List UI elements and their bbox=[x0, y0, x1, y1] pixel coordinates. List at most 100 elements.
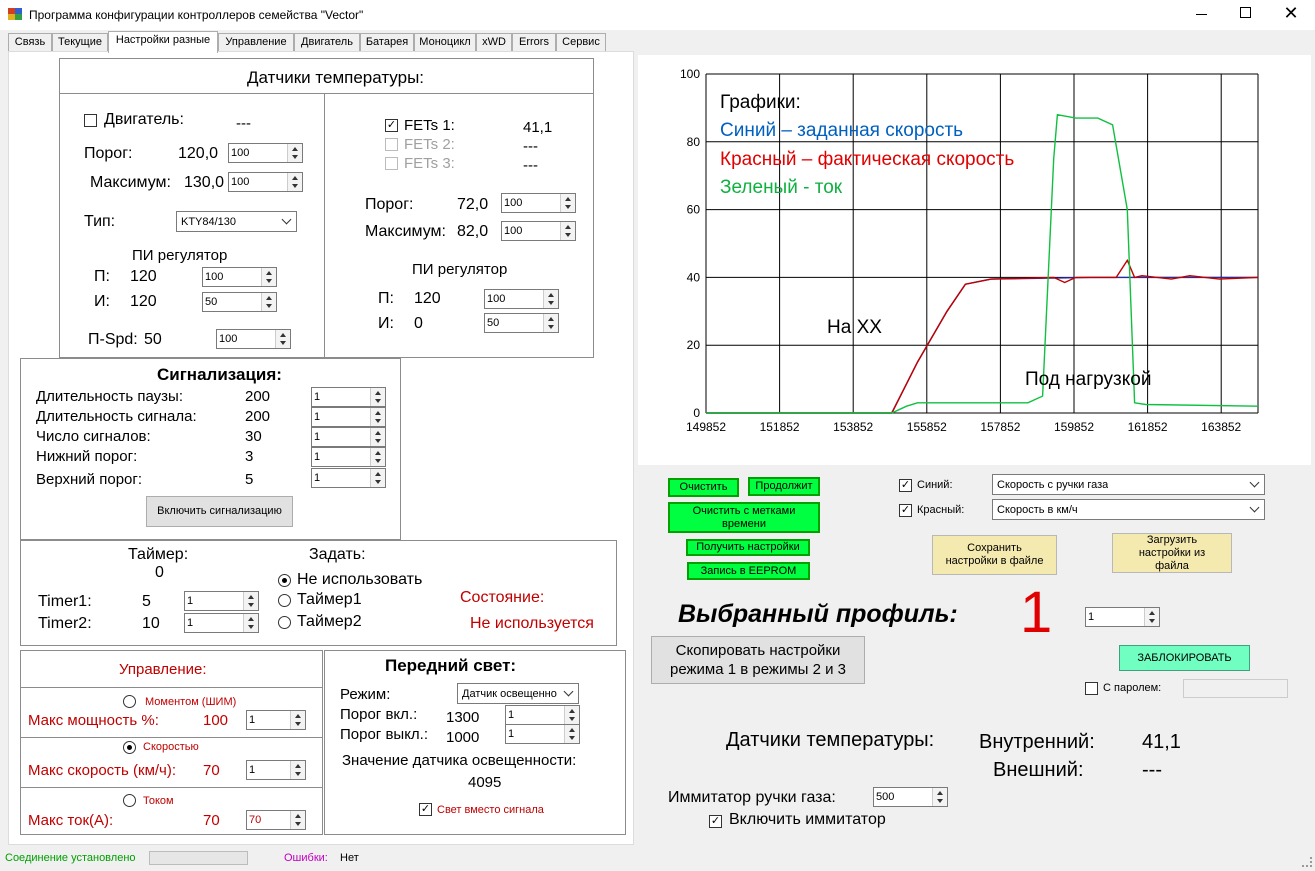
timer1-value: 5 bbox=[142, 593, 151, 610]
fets-i-input[interactable]: 50 bbox=[484, 313, 559, 333]
copy-settings-button[interactable]: Скопировать настройки режима 1 в режимы … bbox=[651, 636, 865, 684]
enable-alarm-button[interactable]: Включить сигнализацию bbox=[146, 496, 293, 527]
fets-max-value: 82,0 bbox=[457, 223, 489, 240]
pspd-input[interactable]: 100 bbox=[216, 329, 291, 349]
blue-series-select[interactable]: Скорость с ручки газа bbox=[992, 474, 1265, 495]
light-mode-select[interactable]: Датчик освещенно bbox=[457, 683, 579, 704]
chart-legend-title: Графики: bbox=[720, 92, 801, 113]
load-settings-file-button[interactable]: Загрузить настройки из файла bbox=[1112, 533, 1232, 573]
timer-option-none-radio[interactable] bbox=[278, 574, 291, 587]
profile-input[interactable]: 1 bbox=[1085, 607, 1160, 627]
fets-p-label: П: bbox=[378, 290, 394, 307]
sensor-type-select[interactable]: KTY84/130 bbox=[176, 211, 297, 232]
red-series-select[interactable]: Скорость в км/ч bbox=[992, 499, 1265, 520]
motor-i-input[interactable]: 50 bbox=[202, 292, 277, 312]
light-sensor-label: Значение датчика освещенности: bbox=[342, 752, 577, 769]
tab-xwd[interactable]: xWD bbox=[476, 33, 512, 52]
y-tick-label: 0 bbox=[693, 406, 700, 420]
light-off-label: Порог выкл.: bbox=[340, 726, 429, 743]
fets1-checkbox[interactable]: ✓ bbox=[385, 119, 398, 132]
alarm-low-input[interactable]: 1 bbox=[311, 447, 386, 467]
timer2-input[interactable]: 1 bbox=[184, 613, 259, 633]
timer1-input[interactable]: 1 bbox=[184, 591, 259, 611]
motor-p-input[interactable]: 100 bbox=[202, 267, 277, 287]
fets3-value: --- bbox=[523, 157, 538, 174]
write-eeprom-button[interactable]: Запись в EEPROM bbox=[687, 562, 810, 580]
save-settings-file-button[interactable]: Сохранить настройки в файле bbox=[932, 535, 1057, 575]
continue-button[interactable]: Продолжит bbox=[748, 477, 820, 496]
timer-set-label: Задать: bbox=[309, 546, 366, 563]
enable-emulator-checkbox[interactable]: ✓ bbox=[709, 815, 722, 828]
motor-checkbox[interactable] bbox=[84, 114, 97, 127]
current-mode-radio[interactable] bbox=[123, 794, 136, 807]
close-icon[interactable]: ✕ bbox=[1282, 4, 1300, 22]
pspd-value: 50 bbox=[144, 331, 162, 348]
speed-mode-radio[interactable] bbox=[123, 741, 136, 754]
fets2-label: FETs 2: bbox=[404, 136, 455, 153]
alarm-group: Сигнализация: Длительность паузы: 200 1 … bbox=[20, 358, 401, 540]
tab-errors[interactable]: Errors bbox=[512, 33, 556, 52]
light-off-input[interactable]: 1 bbox=[505, 724, 580, 744]
alarm-high-input[interactable]: 1 bbox=[311, 468, 386, 488]
tab-control[interactable]: Управление bbox=[218, 33, 294, 52]
light-instead-signal-checkbox[interactable]: ✓ bbox=[419, 803, 432, 816]
password-input[interactable] bbox=[1183, 679, 1288, 698]
fets-p-input[interactable]: 100 bbox=[484, 289, 559, 309]
fets2-value: --- bbox=[523, 138, 538, 155]
alarm-count-input[interactable]: 1 bbox=[311, 427, 386, 447]
timer-option-1-radio[interactable] bbox=[278, 594, 291, 607]
tab-motor[interactable]: Двигатель bbox=[294, 33, 360, 52]
max-speed-label: Макс скорость (км/ч): bbox=[28, 762, 177, 779]
red-series-checkbox[interactable]: ✓ bbox=[899, 504, 912, 517]
alarm-row-value: 5 bbox=[245, 471, 254, 488]
alarm-row-value: 30 bbox=[245, 428, 262, 445]
fets3-checkbox[interactable] bbox=[385, 157, 398, 170]
alarm-pause-input[interactable]: 1 bbox=[311, 387, 386, 407]
fets-i-value: 0 bbox=[414, 315, 423, 332]
tab-misc-settings[interactable]: Настройки разные bbox=[108, 31, 218, 53]
password-checkbox[interactable] bbox=[1085, 682, 1098, 695]
red-series-label: Красный: bbox=[917, 504, 965, 516]
motor-pi-label: ПИ регулятор bbox=[132, 247, 228, 264]
alarm-title: Сигнализация: bbox=[157, 365, 282, 384]
alarm-signal-input[interactable]: 1 bbox=[311, 407, 386, 427]
control-title: Управление: bbox=[119, 661, 207, 678]
fets-threshold-label: Порог: bbox=[365, 196, 414, 213]
motor-threshold-input[interactable]: 100 bbox=[228, 143, 303, 163]
motor-temp-value: --- bbox=[236, 115, 251, 132]
fets-threshold-input[interactable]: 100 bbox=[501, 193, 576, 213]
clear-with-timestamps-button[interactable]: Очистить с метками времени bbox=[668, 502, 820, 533]
clear-button[interactable]: Очистить bbox=[668, 478, 739, 497]
timer-state-value: Не используется bbox=[470, 615, 594, 632]
resize-grip-icon[interactable] bbox=[1302, 857, 1312, 867]
divider bbox=[324, 93, 325, 357]
max-power-input[interactable]: 1 bbox=[246, 710, 306, 730]
fets1-label: FETs 1: bbox=[404, 117, 455, 134]
chart-legend-green: Зеленый - ток bbox=[720, 177, 843, 198]
throttle-emulator-label: Иммитатор ручки газа: bbox=[668, 789, 836, 806]
x-tick-label: 161852 bbox=[1128, 420, 1168, 434]
blue-series-checkbox[interactable]: ✓ bbox=[899, 479, 912, 492]
throttle-emulator-input[interactable]: 500 bbox=[873, 787, 948, 807]
tab-monowheel[interactable]: Моноцикл bbox=[414, 33, 476, 52]
maximize-icon[interactable] bbox=[1240, 7, 1251, 18]
light-on-input[interactable]: 1 bbox=[505, 705, 580, 725]
max-current-input[interactable]: 70 bbox=[246, 810, 306, 830]
fets-max-input[interactable]: 100 bbox=[501, 221, 576, 241]
internal-temp-label: Внутренний: bbox=[979, 731, 1095, 753]
tab-battery[interactable]: Батарея bbox=[360, 33, 414, 52]
get-settings-button[interactable]: Получить настройки bbox=[686, 539, 810, 556]
timer-option-2-radio[interactable] bbox=[278, 616, 291, 629]
fets2-checkbox[interactable] bbox=[385, 138, 398, 151]
tab-service[interactable]: Сервис bbox=[556, 33, 606, 52]
external-temp-value: --- bbox=[1142, 759, 1162, 781]
motor-max-input[interactable]: 100 bbox=[228, 172, 303, 192]
tab-connection[interactable]: Связь bbox=[8, 33, 52, 52]
torque-mode-radio[interactable] bbox=[123, 695, 136, 708]
y-tick-label: 40 bbox=[687, 270, 701, 284]
settings-panel: Датчики температуры: Двигатель: --- Поро… bbox=[8, 51, 634, 845]
tab-current[interactable]: Текущие bbox=[52, 33, 108, 52]
max-speed-input[interactable]: 1 bbox=[246, 760, 306, 780]
lock-button[interactable]: ЗАБЛОКИРОВАТЬ bbox=[1119, 645, 1250, 671]
minimize-icon[interactable] bbox=[1196, 14, 1207, 15]
